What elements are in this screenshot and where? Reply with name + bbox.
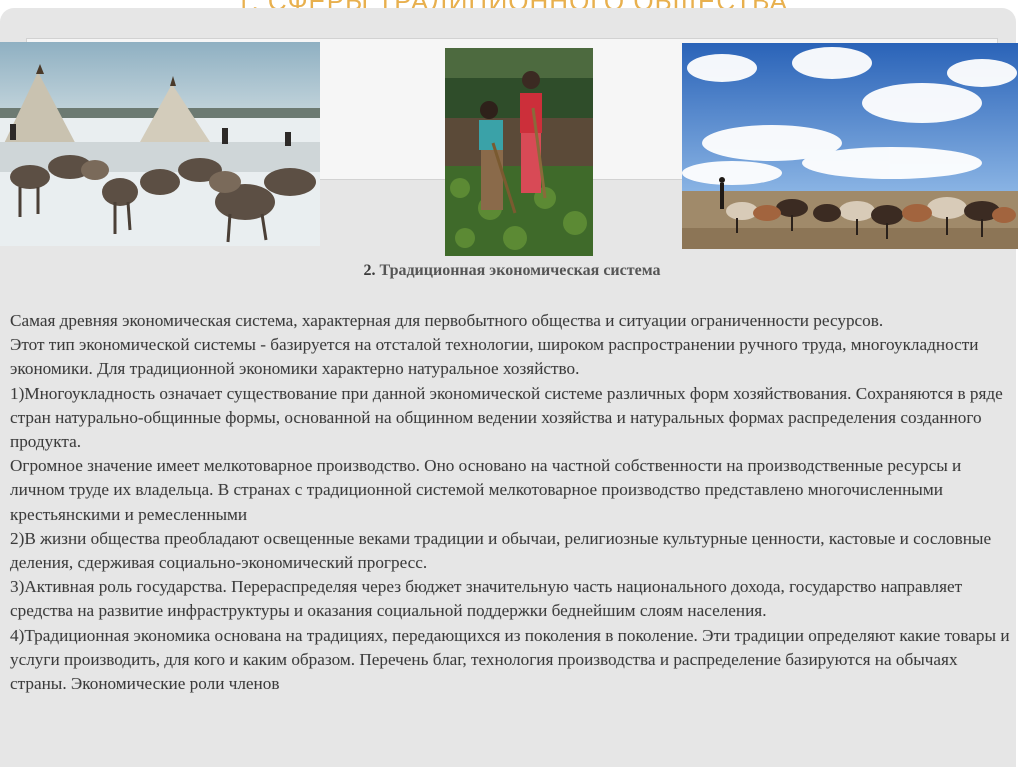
farming-photo <box>445 48 593 256</box>
paragraph: 3)Активная роль государства. Перераспред… <box>10 577 963 621</box>
paragraph: 4)Традиционная экономика основана на тра… <box>10 625 1010 694</box>
body-text: Самая древняя экономическая система, хар… <box>10 309 1015 696</box>
section-number: 2. <box>363 262 376 279</box>
paragraph: 2)В жизни общества преобладают освещенны… <box>10 528 992 573</box>
tundra-photo <box>0 42 320 246</box>
paragraph: Этот тип экономической системы - базируе… <box>10 335 979 379</box>
paragraph: 1)Многоукладность означает существование… <box>10 383 1003 452</box>
paragraph: Самая древняя экономическая система, хар… <box>10 311 884 330</box>
cattle-photo <box>682 43 1018 249</box>
paragraph: Огромное значение имеет мелкотоварное пр… <box>10 456 962 524</box>
section-heading: 2. Традиционная экономическая система <box>0 262 1024 280</box>
section-title: Традиционная экономическая система <box>379 262 661 279</box>
